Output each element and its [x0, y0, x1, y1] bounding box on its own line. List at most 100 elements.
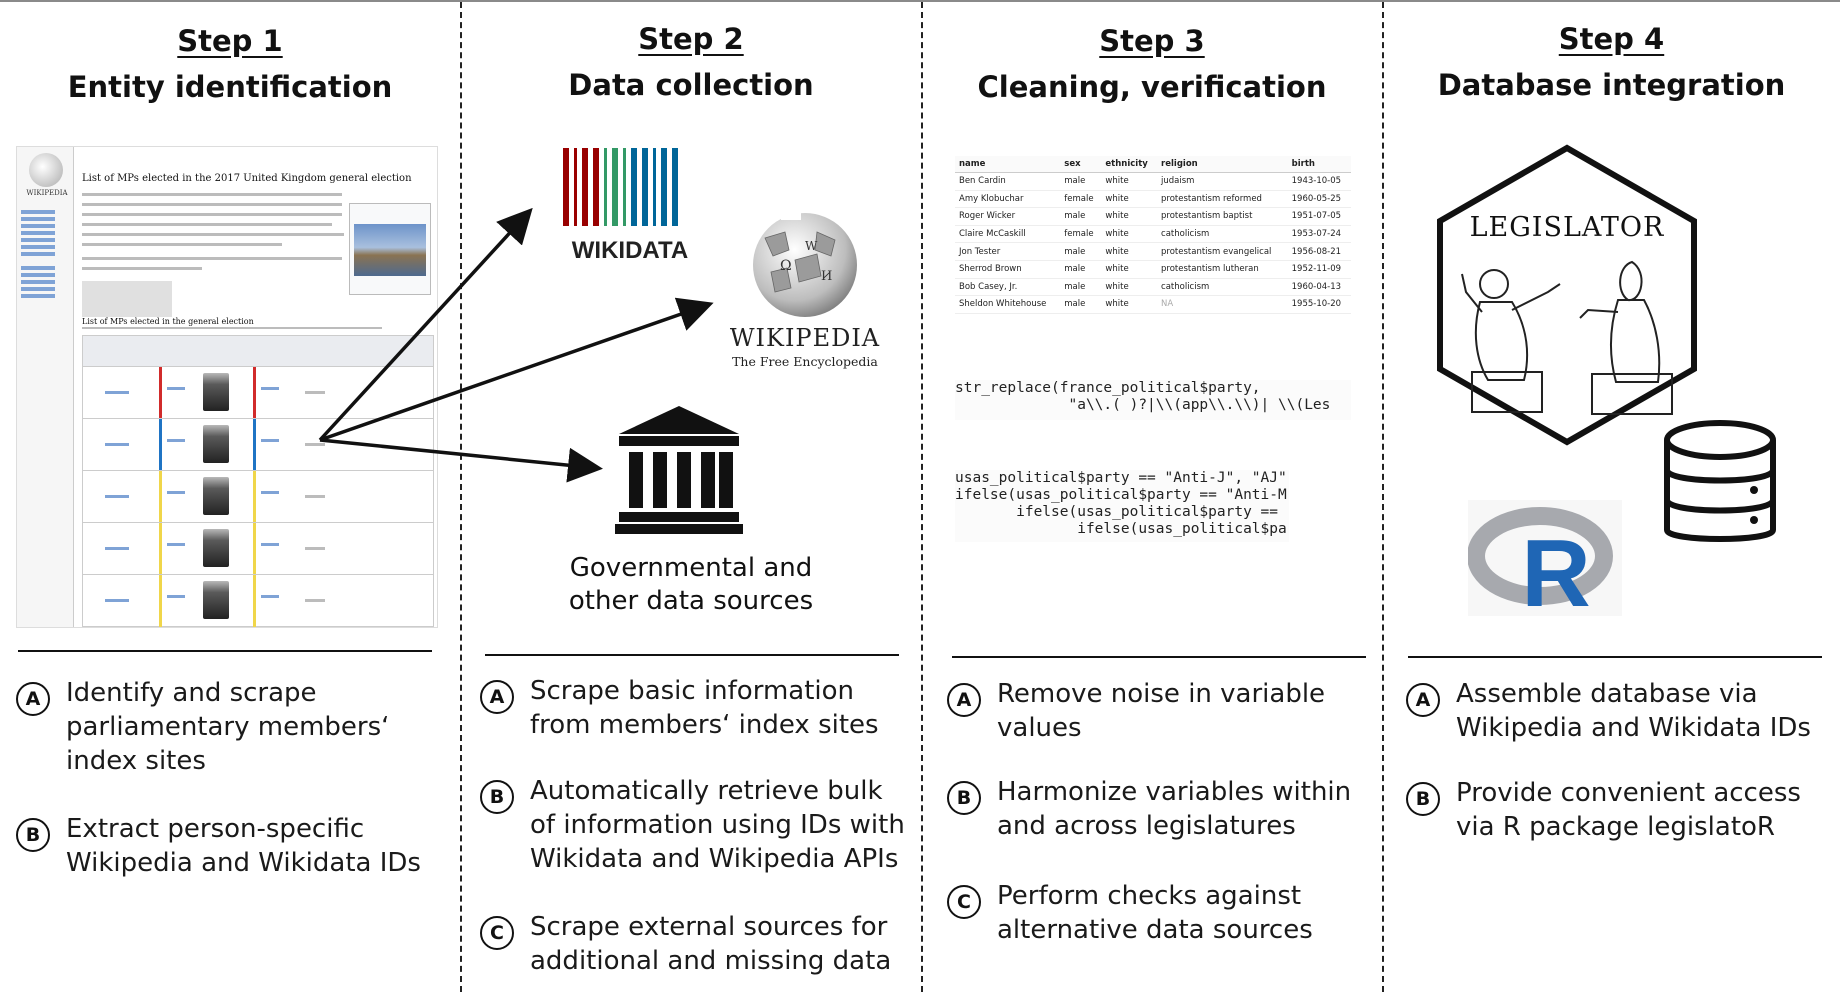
step-2-item-a-text: Scrape basic information from members‘ i… [530, 676, 879, 740]
table-cell: male [1060, 207, 1102, 226]
table-row: Claire McCaskill female white catholicism 19… [955, 225, 1351, 244]
table-cell: female [1060, 225, 1102, 244]
table-header-cell: ethnicity [1101, 156, 1158, 173]
table-row: Amy Klobuchar female white protestantism re… [955, 190, 1351, 209]
table-cell: catholicism [1157, 278, 1288, 297]
table-cell: male [1060, 242, 1102, 261]
table-cell: 1960-04-13 [1287, 278, 1351, 297]
table-cell: judaism [1157, 172, 1288, 191]
step-2-number: Step 2 [638, 22, 744, 56]
cleaned-data-table: name sex ethnicity religion birth Ben Cardin… [955, 156, 1351, 314]
badge-c: C [480, 916, 514, 950]
step-3-number: Step 3 [1099, 24, 1205, 58]
badge-b: B [1406, 782, 1440, 816]
government-sources-label: Governmental and other data sources [568, 553, 814, 616]
step-3-item-c: C Perform checks against alternative dat… [947, 879, 1313, 947]
badge-a: A [947, 683, 981, 717]
table-cell: male [1060, 260, 1102, 279]
database-icon [1664, 420, 1776, 542]
wikidata-bar [604, 148, 607, 226]
table-cell: white [1101, 278, 1158, 297]
badge-a: A [1406, 683, 1440, 717]
table-cell: white [1101, 242, 1158, 261]
table-cell: 1951-07-05 [1287, 207, 1351, 226]
badge-a: A [480, 680, 514, 714]
r-logo: R [1468, 500, 1622, 616]
legislator-wordmark: LEGISLATOR [1470, 212, 1665, 243]
wikidata-logo: WIKIDATA [563, 148, 688, 262]
table-cell: female [1060, 190, 1102, 209]
table-cell: white [1101, 295, 1158, 314]
table-cell: male [1060, 172, 1102, 191]
table-cell: 1955-10-20 [1287, 295, 1351, 314]
table-row: Jon Tester male white protestantism evangel… [955, 242, 1351, 261]
step-4-item-a-text: Assemble database via Wikipedia and Wiki… [1456, 679, 1811, 743]
table-cell: white [1101, 260, 1158, 279]
step-3-item-a: A Remove noise in variable values [947, 677, 1325, 745]
table-cell: 1953-07-24 [1287, 225, 1351, 244]
step-2-title: Data collection [568, 68, 814, 102]
step-3-title: Cleaning, verification [977, 70, 1327, 104]
step-4-item-b: B Provide convenient access via R packag… [1406, 776, 1801, 844]
step-2-item-a: A Scrape basic information from members‘… [480, 674, 879, 742]
table-cell: male [1060, 278, 1102, 297]
table-cell: Jon Tester [955, 242, 1061, 261]
table-header-cell: birth [1287, 156, 1351, 173]
table-cell: Bob Casey, Jr. [955, 278, 1061, 297]
wikipedia-tagline: The Free Encyclopedia [732, 354, 878, 369]
step-3-item-c-text: Perform checks against alternative data … [997, 881, 1313, 945]
table-cell: Claire McCaskill [955, 225, 1061, 244]
table-cell: white [1101, 172, 1158, 191]
wikidata-bar [672, 148, 678, 226]
step-4-rule [1408, 656, 1822, 658]
table-cell: protestantism reformed [1157, 190, 1288, 209]
table-row: Bob Casey, Jr. male white catholicism 1960-0… [955, 278, 1351, 297]
step-2-item-c: C Scrape external sources for additional… [480, 910, 891, 978]
step-4-item-b-text: Provide convenient access via R package … [1456, 778, 1801, 842]
svg-text:И: И [821, 269, 832, 284]
table-cell: 1956-08-21 [1287, 242, 1351, 261]
table-cell: 1960-05-25 [1287, 190, 1351, 209]
table-cell: Sheldon Whitehouse [955, 295, 1061, 314]
wikipedia-wordmark: WIKIPEDIA [729, 324, 881, 352]
table-row: Sherrod Brown male white protestantism luth… [955, 260, 1351, 279]
hexagon-legislator-logo: LEGISLATOR [1437, 144, 1697, 446]
wikidata-bar [623, 148, 626, 226]
table-row: Ben Cardin male white judaism 1943-10-05 [955, 172, 1351, 191]
table-cell: protestantism lutheran [1157, 260, 1288, 279]
wikidata-bar [582, 148, 588, 226]
wikidata-bar [631, 148, 637, 226]
badge-c: C [947, 885, 981, 919]
wikidata-bar [661, 148, 667, 226]
step-3-item-b-text: Harmonize variables within and across le… [997, 777, 1352, 841]
badge-b: B [947, 781, 981, 815]
table-cell: Amy Klobuchar [955, 190, 1061, 209]
wikidata-bar [642, 148, 648, 226]
wikidata-bar [653, 148, 656, 226]
table-row: Sheldon Whitehouse male white NA 1955-10-20 [955, 295, 1351, 314]
svg-text:Ω: Ω [780, 258, 792, 274]
table-cell: protestantism evangelical [1157, 242, 1288, 261]
table-header-cell: sex [1060, 156, 1102, 173]
wikidata-bar [612, 148, 618, 226]
wikidata-bar [563, 148, 569, 226]
step-2-rule [485, 654, 899, 656]
table-cell: 1952-11-09 [1287, 260, 1351, 279]
r-letter: R [1521, 520, 1590, 616]
code-snippet-1: str_replace(france_political$party, "a\\… [955, 380, 1351, 420]
step-3-item-a-text: Remove noise in variable values [997, 679, 1326, 743]
step-3-rule [952, 656, 1366, 658]
step-4-title: Database integration [1437, 68, 1786, 102]
government-building-icon [615, 406, 743, 534]
wikidata-bar [593, 148, 599, 226]
table-cell: white [1101, 207, 1158, 226]
step-3-item-b: B Harmonize variables within and across … [947, 775, 1351, 843]
table-cell: Roger Wicker [955, 207, 1061, 226]
step-4-item-a: A Assemble database via Wikipedia and Wi… [1406, 677, 1811, 745]
table-cell: male [1060, 295, 1102, 314]
table-cell: protestantism baptist [1157, 207, 1288, 226]
wikidata-bar [574, 148, 577, 226]
table-cell: NA [1157, 295, 1288, 314]
table-header-cell: name [955, 156, 1061, 173]
step-2-column: Step 2 Data collection WIKIDATA Ω W И WI… [461, 0, 921, 996]
